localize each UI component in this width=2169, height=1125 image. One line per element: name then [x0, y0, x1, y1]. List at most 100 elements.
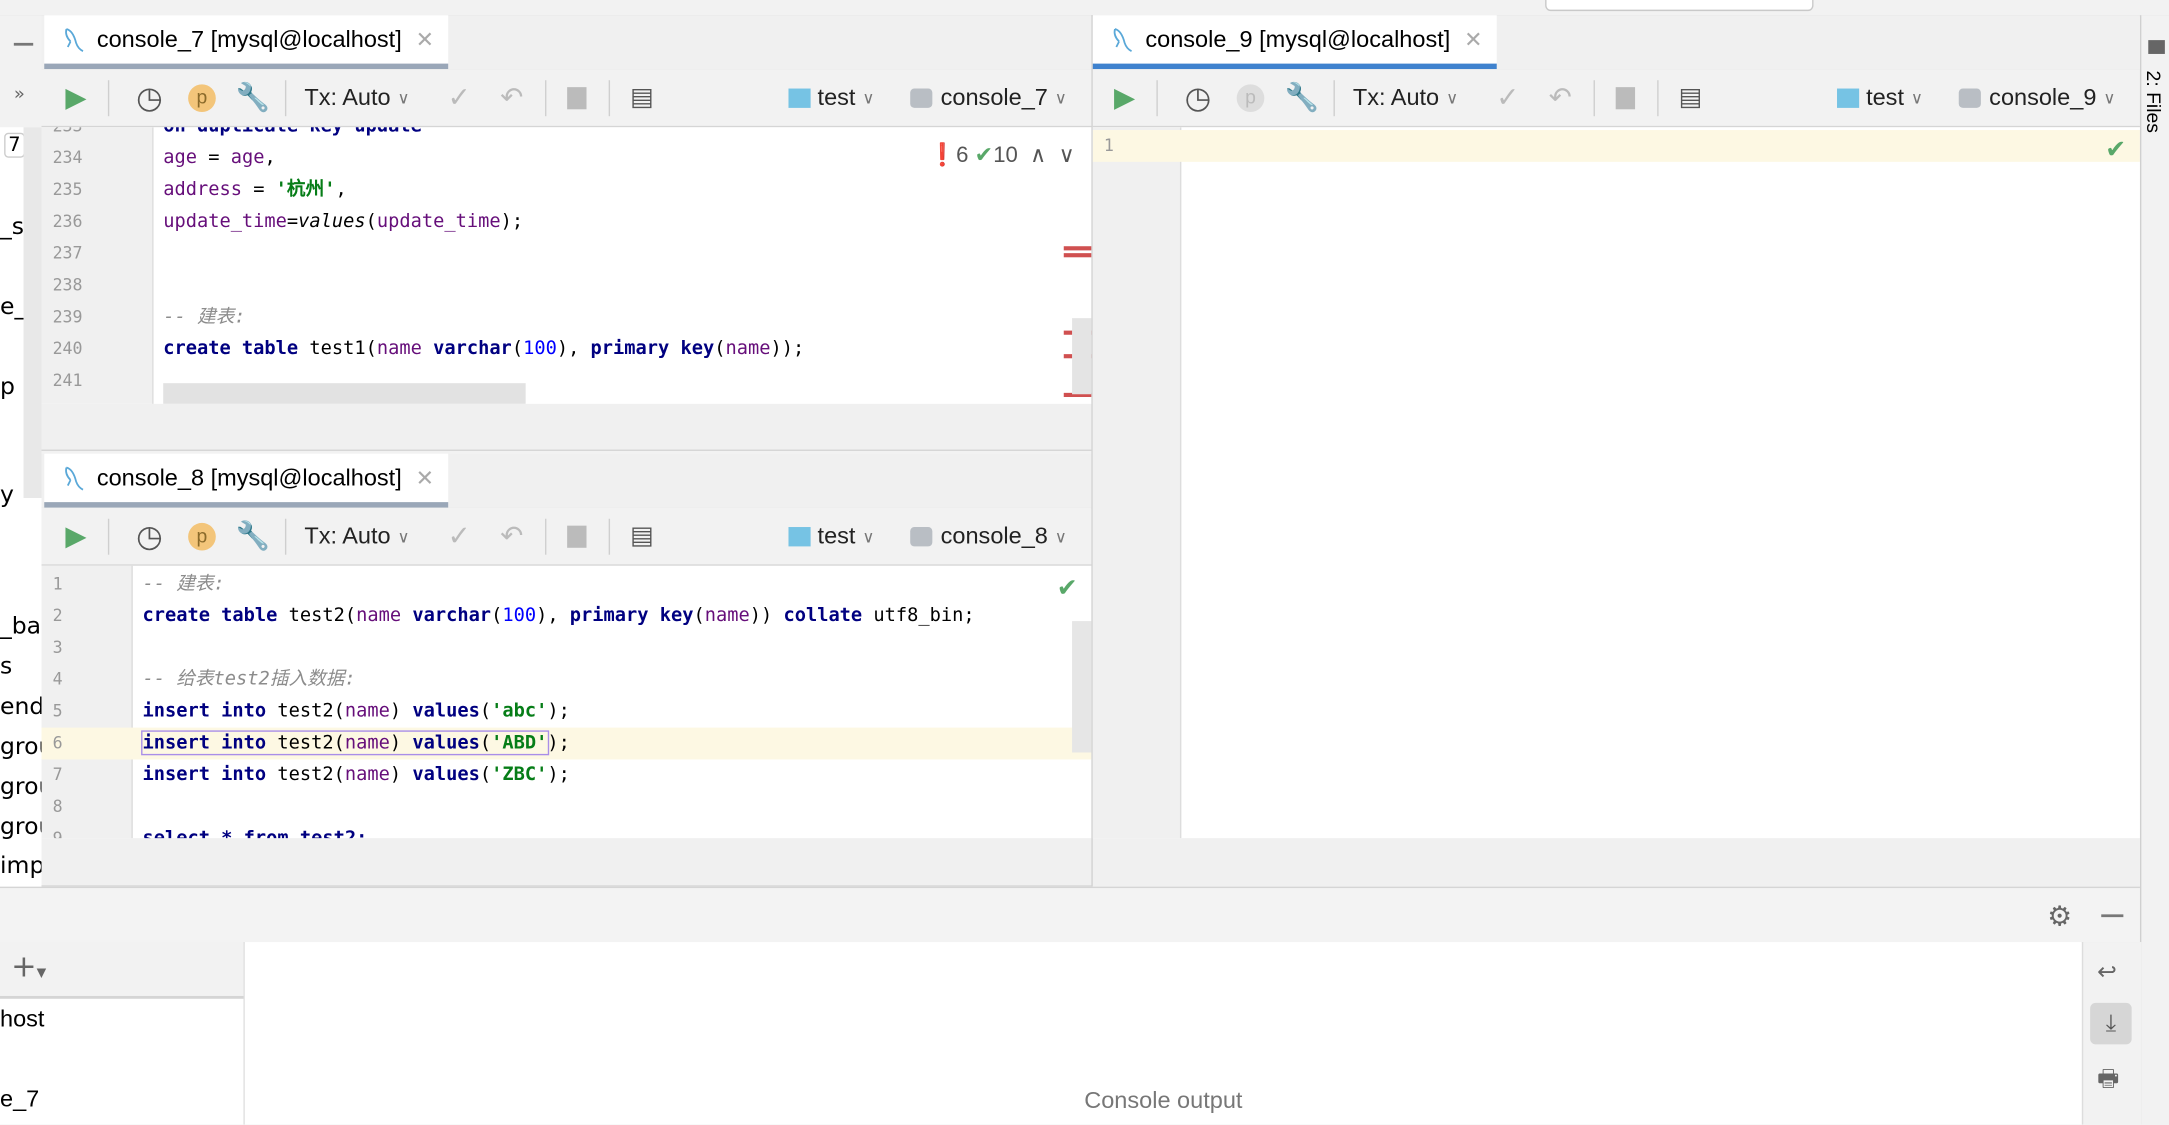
schema-icon — [1837, 87, 1860, 108]
tree-item[interactable]: s — [0, 653, 12, 681]
code-editor[interactable]: 233on duplicate key update234age = age,2… — [41, 127, 1092, 404]
output-table-icon[interactable]: ▤ — [625, 508, 658, 565]
service-item[interactable]: e_7 — [0, 1086, 39, 1114]
code-token: test2( — [277, 731, 345, 754]
code-token: ( — [714, 337, 726, 360]
line-number: 5 — [52, 701, 63, 721]
line-number: 3 — [52, 637, 63, 658]
commit-icon[interactable]: ✓ — [1491, 69, 1524, 126]
session-dropdown[interactable]: console_9 ∨ — [1958, 69, 2115, 126]
output-table-icon[interactable]: ▤ — [625, 69, 658, 126]
soft-wrap-icon[interactable]: ↩ — [2097, 959, 2117, 987]
line-number: 240 — [52, 338, 83, 359]
wrench-icon[interactable]: 🔧 — [235, 508, 271, 565]
session-dropdown[interactable]: console_7 ∨ — [910, 69, 1067, 126]
wrench-icon[interactable]: 🔧 — [235, 69, 271, 126]
close-icon[interactable]: ✕ — [416, 464, 435, 492]
line-number: 1 — [1103, 135, 1114, 155]
line-number: 241 — [52, 370, 83, 391]
editor-tab[interactable]: console_9 [mysql@localhost] ✕ — [1092, 15, 1497, 70]
code-token: ( — [479, 763, 492, 786]
console-side-toolbar: ↩ ⤓ 🖶 — [2081, 942, 2142, 1125]
parameters-icon[interactable]: p — [184, 508, 220, 565]
files-tool-tab[interactable]: 2: Files — [2143, 71, 2165, 133]
editor-tab[interactable]: console_8 [mysql@localhost] ✕ — [44, 453, 448, 508]
close-icon[interactable]: ✕ — [416, 26, 435, 54]
run-icon[interactable]: ▶ — [55, 508, 96, 565]
editor-tab[interactable]: console_7 [mysql@localhost] ✕ — [44, 15, 448, 70]
minimize-icon[interactable] — [2101, 914, 2124, 918]
stop-icon[interactable] — [564, 69, 589, 126]
history-icon[interactable]: ◷ — [1180, 69, 1216, 126]
code-editor[interactable]: 1 -- 建表: 2 create table test2(name varchar(… — [41, 565, 1092, 839]
search-box[interactable] — [1545, 0, 1814, 12]
tree-item[interactable]: y — [0, 481, 14, 509]
code-line: 9 select * from test2; — [41, 823, 1091, 838]
commit-icon[interactable]: ✓ — [443, 508, 476, 565]
line-number: 234 — [52, 148, 83, 168]
code-token: 100 — [523, 337, 557, 360]
scroll-to-end-icon[interactable]: ⤓ — [2090, 1002, 2132, 1045]
rollback-icon[interactable]: ↶ — [495, 69, 528, 126]
inspection-widget[interactable]: ❗6 ✔10 ∧ ∨ — [929, 141, 1075, 169]
wrench-icon[interactable]: 🔧 — [1284, 69, 1320, 126]
tree-scrollbar[interactable] — [23, 127, 42, 498]
schema-dropdown[interactable]: test ∨ — [788, 508, 875, 565]
run-icon[interactable]: ▶ — [1104, 69, 1145, 126]
output-table-icon[interactable]: ▤ — [1674, 69, 1707, 126]
schema-dropdown[interactable]: test ∨ — [788, 69, 875, 126]
line-code: insert into test2(name) values('ZBC'); — [142, 759, 569, 791]
line-code: -- 建表: — [142, 569, 224, 601]
code-token: ( — [491, 604, 503, 627]
tree-item[interactable]: grou — [0, 813, 41, 841]
add-service-button[interactable]: +▼ — [11, 950, 46, 985]
close-icon[interactable]: ✕ — [1464, 26, 1483, 54]
session-dropdown[interactable]: console_8 ∨ — [910, 508, 1067, 565]
tree-item[interactable]: end — [0, 693, 41, 721]
code-token: name — [725, 337, 771, 360]
line-code: select * from test2; — [142, 823, 367, 838]
commit-icon[interactable]: ✓ — [443, 69, 476, 126]
session-icon — [910, 87, 933, 108]
vertical-scrollbar[interactable] — [1072, 318, 1092, 395]
code-token: ( — [479, 699, 492, 723]
code-token: ), — [536, 604, 570, 627]
stop-icon[interactable] — [1613, 69, 1638, 126]
transaction-mode-dropdown[interactable]: Tx: Auto ∨ — [304, 508, 409, 565]
parameters-icon[interactable]: p — [1233, 69, 1269, 126]
transaction-mode-dropdown[interactable]: Tx: Auto ∨ — [304, 69, 409, 126]
parameters-icon[interactable]: p — [184, 69, 220, 126]
code-editor[interactable]: 1 ✔ — [1092, 127, 2140, 839]
tree-item[interactable]: imp — [0, 852, 41, 880]
error-marker[interactable] — [1063, 253, 1092, 258]
line-number: 239 — [52, 307, 83, 327]
tree-item[interactable]: p — [0, 373, 15, 401]
code-line: 237 — [41, 238, 1091, 270]
error-marker[interactable] — [1063, 246, 1092, 251]
code-token: ) — [389, 699, 413, 723]
code-token: values — [412, 731, 480, 754]
tree-item[interactable]: grou — [0, 733, 41, 761]
print-icon[interactable]: 🖶 — [2097, 1061, 2119, 1101]
run-icon[interactable]: ▶ — [55, 69, 96, 126]
tree-item[interactable]: grou — [0, 773, 41, 801]
tree-item[interactable]: 7 — [4, 132, 25, 158]
transaction-mode-dropdown[interactable]: Tx: Auto ∨ — [1353, 69, 1458, 126]
code-token: update_time — [163, 210, 287, 233]
rollback-icon[interactable]: ↶ — [495, 508, 528, 565]
more-icon[interactable]: » — [14, 84, 25, 105]
code-token: ( — [479, 731, 492, 754]
vertical-scrollbar[interactable] — [1072, 621, 1092, 753]
console-output-area[interactable]: Console output — [244, 942, 2082, 1125]
horizontal-scrollbar[interactable] — [163, 383, 526, 404]
history-icon[interactable]: ◷ — [131, 508, 167, 565]
service-item[interactable]: host — [0, 1006, 44, 1034]
stop-icon[interactable] — [564, 508, 589, 565]
code-token: collate — [783, 604, 874, 627]
rollback-icon[interactable]: ↶ — [1544, 69, 1577, 126]
minimize-icon[interactable] — [13, 42, 34, 46]
history-icon[interactable]: ◷ — [131, 69, 167, 126]
gear-icon[interactable]: ⚙ — [2047, 899, 2072, 932]
tree-item[interactable]: _bak — [0, 613, 41, 641]
schema-dropdown[interactable]: test ∨ — [1837, 69, 1923, 126]
